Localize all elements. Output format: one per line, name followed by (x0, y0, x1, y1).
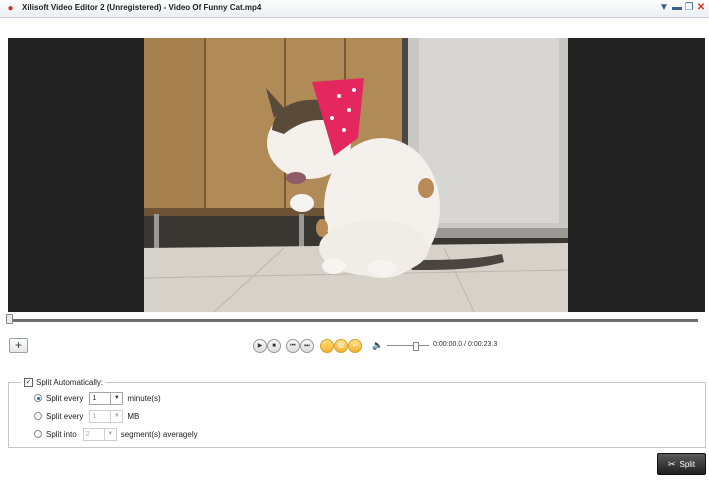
split-button-label: Split (679, 459, 696, 469)
undo-icon[interactable]: ↩ (348, 339, 362, 353)
split-by-time-label: Split every (46, 393, 84, 403)
split-automatically-checkbox[interactable]: ✓ (24, 378, 33, 387)
split-by-time-radio[interactable] (34, 394, 42, 402)
close-icon[interactable]: ✕ (695, 2, 707, 14)
split-size-value: 1 (92, 412, 97, 420)
video-frame (144, 38, 568, 312)
split-into-segments-radio[interactable] (34, 430, 42, 438)
split-by-size-radio[interactable] (34, 412, 42, 420)
split-by-time-option[interactable]: Split every 1 ▼ minute(s) (34, 391, 161, 405)
chevron-down-icon[interactable]: ▼ (110, 392, 122, 404)
scissors-icon: ✂ (667, 458, 676, 469)
add-button[interactable]: + (9, 338, 28, 353)
app-logo-icon: ● (7, 3, 14, 14)
timeline-track[interactable] (6, 314, 698, 324)
split-into-segments-label: Split into (46, 429, 77, 439)
split-into-segments-option[interactable]: Split into 2 ▼ segment(s) averagely (34, 427, 198, 441)
stop-icon[interactable]: ■ (267, 339, 281, 353)
restore-icon[interactable]: ❐ (683, 2, 695, 14)
split-size-unit: MB (127, 411, 140, 421)
split-by-size-option[interactable]: Split every 1 ▼ MB (34, 409, 140, 423)
video-stage (8, 38, 705, 312)
timeline-playhead[interactable] (6, 314, 13, 324)
timecode-display: 0:00:00.0 / 0:00:23.3 (433, 341, 498, 348)
chevron-down-icon: ▼ (103, 428, 116, 440)
menu-dropdown-icon[interactable]: ▼ (658, 2, 670, 14)
split-by-size-label: Split every (46, 411, 84, 421)
window-title: Xilisoft Video Editor 2 (Unregistered) -… (22, 3, 262, 12)
cat-video-frame (144, 38, 568, 312)
segments-value: 2 (85, 430, 90, 438)
title-bar: ● Xilisoft Video Editor 2 (Unregistered)… (0, 0, 709, 18)
segments-unit: segment(s) averagely (120, 429, 198, 439)
next-frame-icon[interactable]: ⏭ (300, 339, 314, 353)
split-minutes-value[interactable]: 1 (90, 393, 110, 404)
previous-frame-icon[interactable]: ⏮ (286, 339, 300, 353)
split-size-stepper: 1 ▼ (89, 409, 124, 423)
split-settings-panel: ✓ Split Automatically: Split every 1 ▼ m… (8, 378, 706, 448)
split-automatically-label: Split Automatically: (36, 378, 104, 387)
volume-icon[interactable]: 🔈 (372, 340, 383, 351)
volume-slider[interactable] (387, 345, 429, 346)
delete-segment-icon[interactable]: ▥ (334, 339, 348, 353)
play-icon[interactable]: ▶ (253, 339, 267, 353)
split-minutes-unit: minute(s) (127, 393, 161, 403)
minimize-icon[interactable]: ▬ (671, 2, 683, 14)
volume-slider-thumb[interactable] (413, 342, 419, 351)
split-button[interactable]: ✂ Split (657, 453, 706, 475)
split-automatically-group[interactable]: ✓ Split Automatically: (21, 378, 107, 387)
split-minutes-stepper[interactable]: 1 ▼ (89, 391, 124, 405)
split-marker-icon[interactable]: ⚡ (320, 339, 334, 353)
chevron-down-icon: ▼ (110, 410, 122, 422)
segments-stepper: 2 ▼ (82, 427, 117, 441)
